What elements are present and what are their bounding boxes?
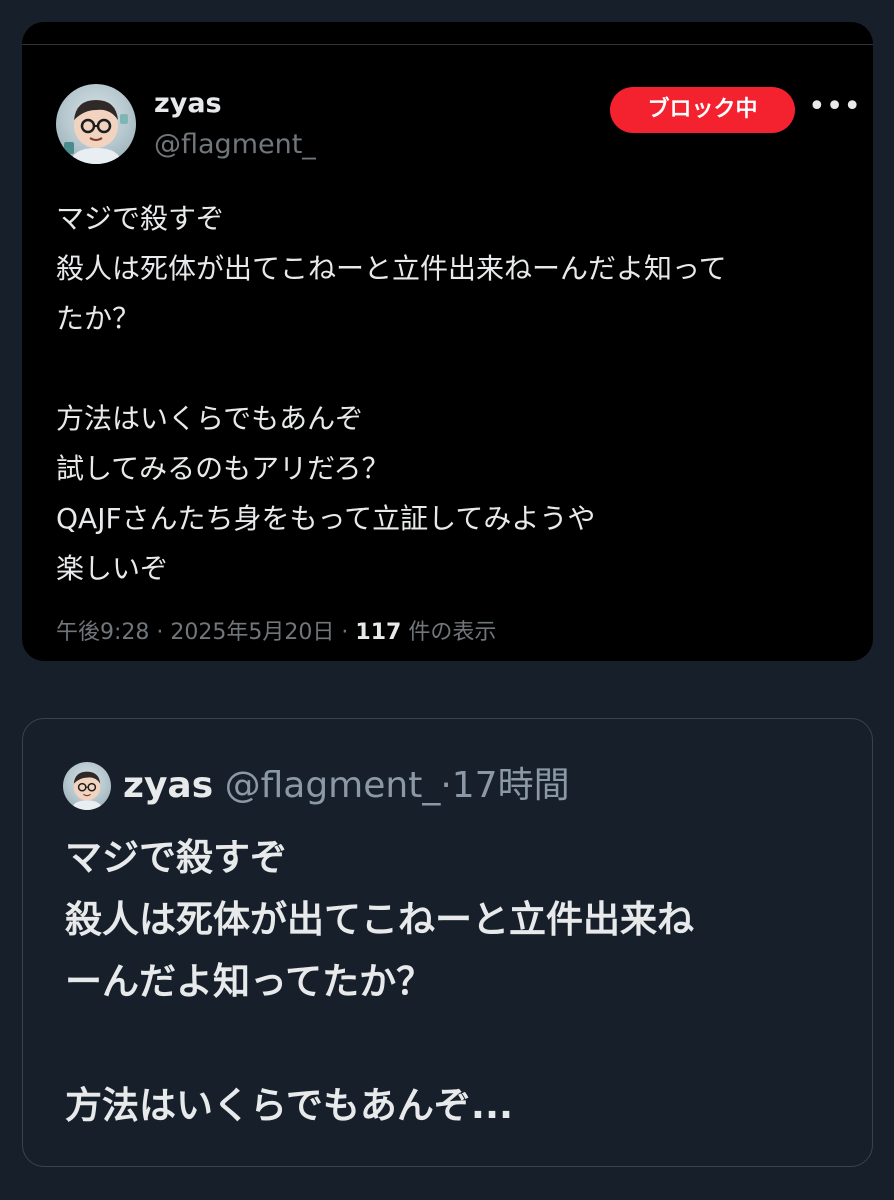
tweet-card[interactable]: zyas @flagment_ ブロック中 ••• マジで殺すぞ 殺人は死体が出… bbox=[22, 22, 873, 661]
tweet-text-line: 楽しいぞ bbox=[56, 552, 169, 585]
quoted-text-line: 殺人は死体が出てこねーと立件出来ね bbox=[65, 898, 694, 941]
quoted-display-name[interactable]: zyas bbox=[123, 765, 213, 806]
tweet-meta: 午後9:28 · 2025年5月20日 · 117 件の表示 bbox=[56, 618, 496, 648]
separator: · bbox=[341, 620, 349, 645]
user-handle[interactable]: @flagment_ bbox=[154, 129, 316, 161]
avatar-illustration-icon bbox=[71, 771, 103, 810]
tweet-text-line: マジで殺すぞ bbox=[56, 202, 225, 235]
tweet-date[interactable]: 2025年5月20日 bbox=[170, 620, 334, 645]
more-options-button[interactable]: ••• bbox=[808, 92, 861, 128]
tweet-text-line: 殺人は死体が出てこねーと立件出来ねーんだよ知って bbox=[56, 252, 727, 285]
views-label: 件の表示 bbox=[408, 620, 497, 645]
quoted-text-line: マジで殺すぞ bbox=[65, 836, 287, 879]
quoted-handle-time: @flagment_·17時間 bbox=[224, 765, 570, 806]
avatar-illustration-icon bbox=[64, 100, 128, 164]
tweet-text-line: 試してみるのもアリだろ？ bbox=[56, 452, 390, 485]
display-name[interactable]: zyas bbox=[154, 88, 222, 120]
tweet-time[interactable]: 午後9:28 bbox=[56, 620, 149, 645]
avatar[interactable] bbox=[56, 84, 136, 164]
quoted-text-line: 方法はいくらでもあんぞ... bbox=[65, 1084, 514, 1127]
ellipsis-icon: ••• bbox=[808, 89, 862, 124]
tweet-text-line: たか？ bbox=[56, 302, 141, 335]
quoted-tweet-card[interactable]: zyas @flagment_·17時間 マジで殺すぞ 殺人は死体が出てこねーと… bbox=[22, 718, 873, 1167]
separator: · bbox=[156, 620, 164, 645]
quoted-text: マジで殺すぞ 殺人は死体が出てこねーと立件出来ね ーんだよ知ってたか？ 方法はい… bbox=[65, 827, 845, 1137]
views-count[interactable]: 117 bbox=[355, 620, 401, 645]
tweet-text-line: QAJFさんたち身をもって立証してみようや bbox=[56, 502, 596, 535]
quoted-text-line: ーんだよ知ってたか？ bbox=[65, 960, 434, 1003]
quoted-avatar[interactable] bbox=[63, 762, 111, 810]
divider bbox=[22, 44, 873, 45]
tweet-text-line: 方法はいくらでもあんぞ bbox=[56, 402, 364, 435]
quoted-header: zyas @flagment_·17時間 bbox=[123, 761, 570, 811]
tweet-text: マジで殺すぞ 殺人は死体が出てこねーと立件出来ねーんだよ知って たか？ 方法はい… bbox=[56, 194, 846, 594]
blocked-button[interactable]: ブロック中 bbox=[610, 87, 795, 133]
